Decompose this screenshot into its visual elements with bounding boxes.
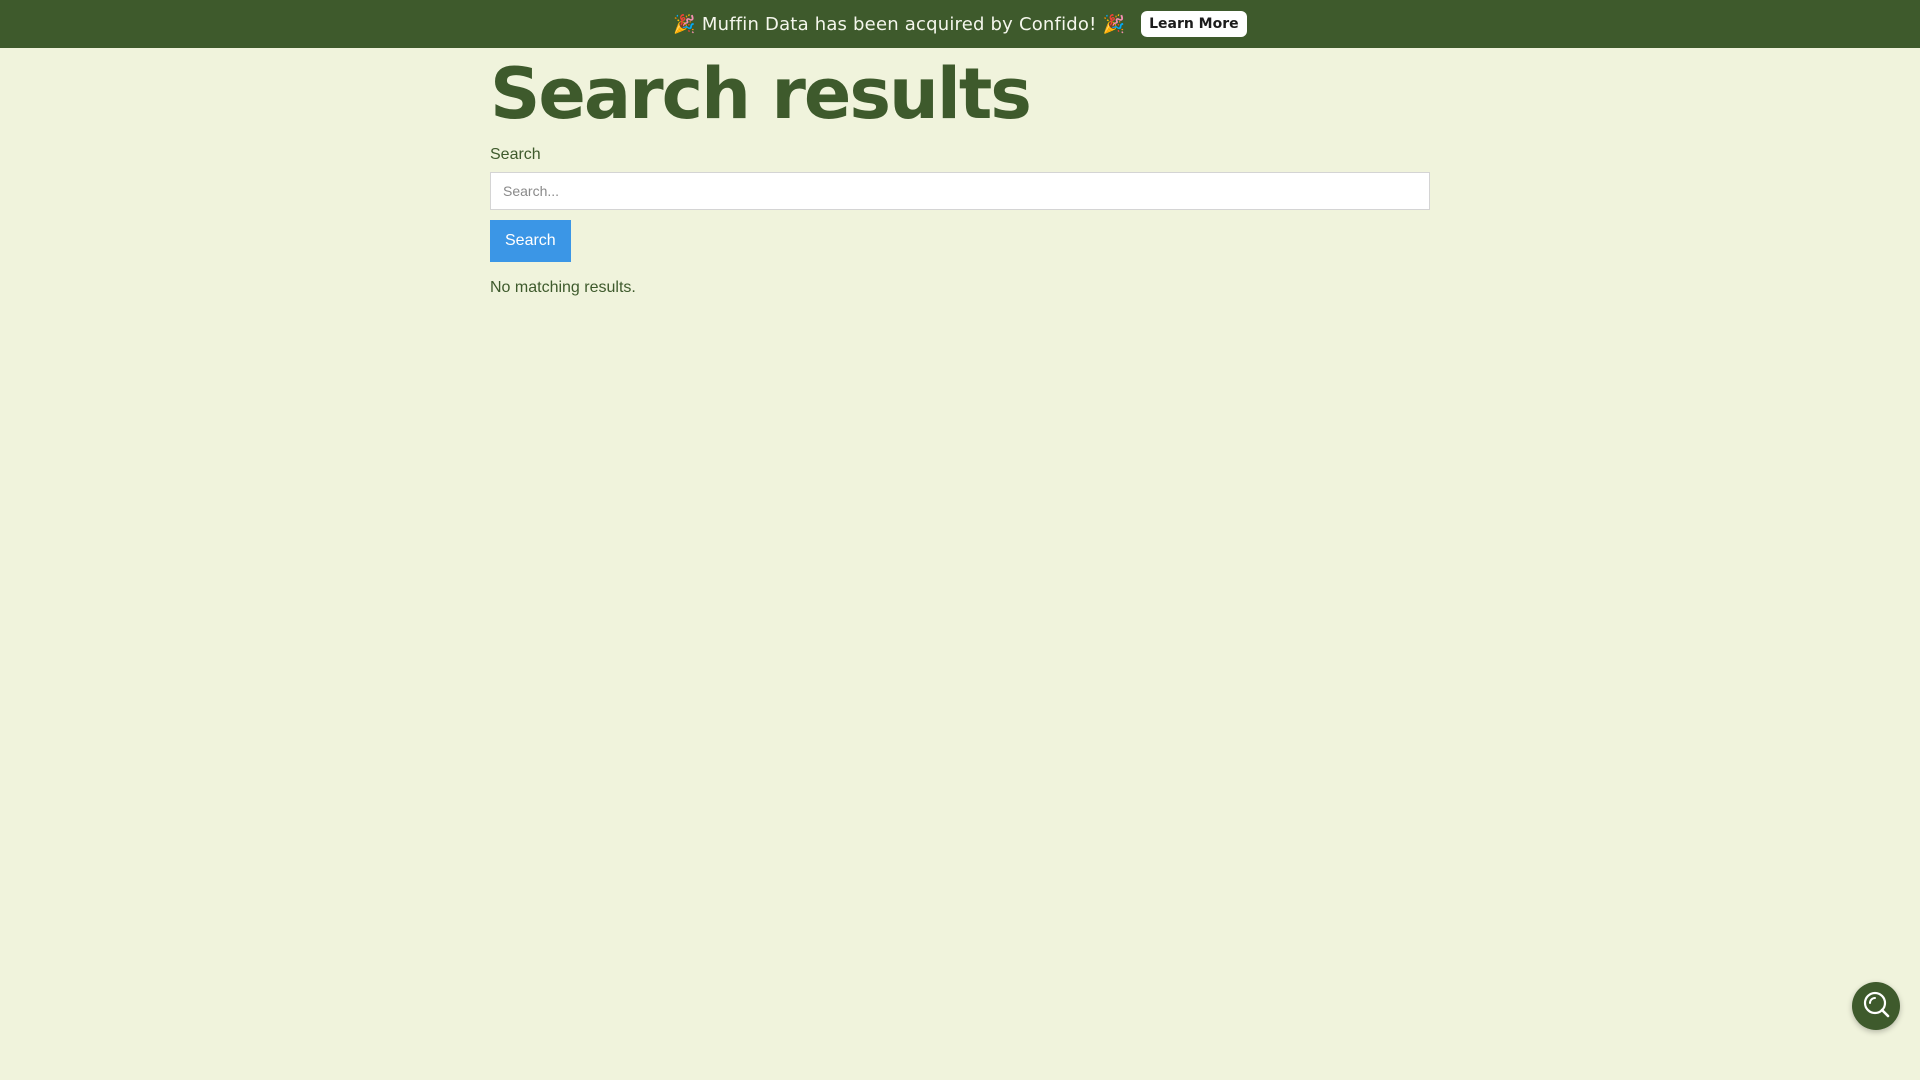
search-label: Search <box>490 146 541 163</box>
announcement-banner: 🎉 Muffin Data has been acquired by Confi… <box>0 0 1920 48</box>
page-title: Search results <box>490 53 1032 135</box>
learn-more-button[interactable]: Learn More <box>1141 11 1247 37</box>
no-results-message: No matching results. <box>490 279 636 296</box>
help-chat-button[interactable] <box>1852 982 1900 1030</box>
chat-search-icon <box>1861 989 1891 1023</box>
announcement-message: 🎉 Muffin Data has been acquired by Confi… <box>673 13 1126 35</box>
search-input[interactable] <box>490 172 1430 210</box>
main-content: Search results Search Search No matching… <box>490 48 1430 297</box>
search-button[interactable]: Search <box>490 220 571 262</box>
